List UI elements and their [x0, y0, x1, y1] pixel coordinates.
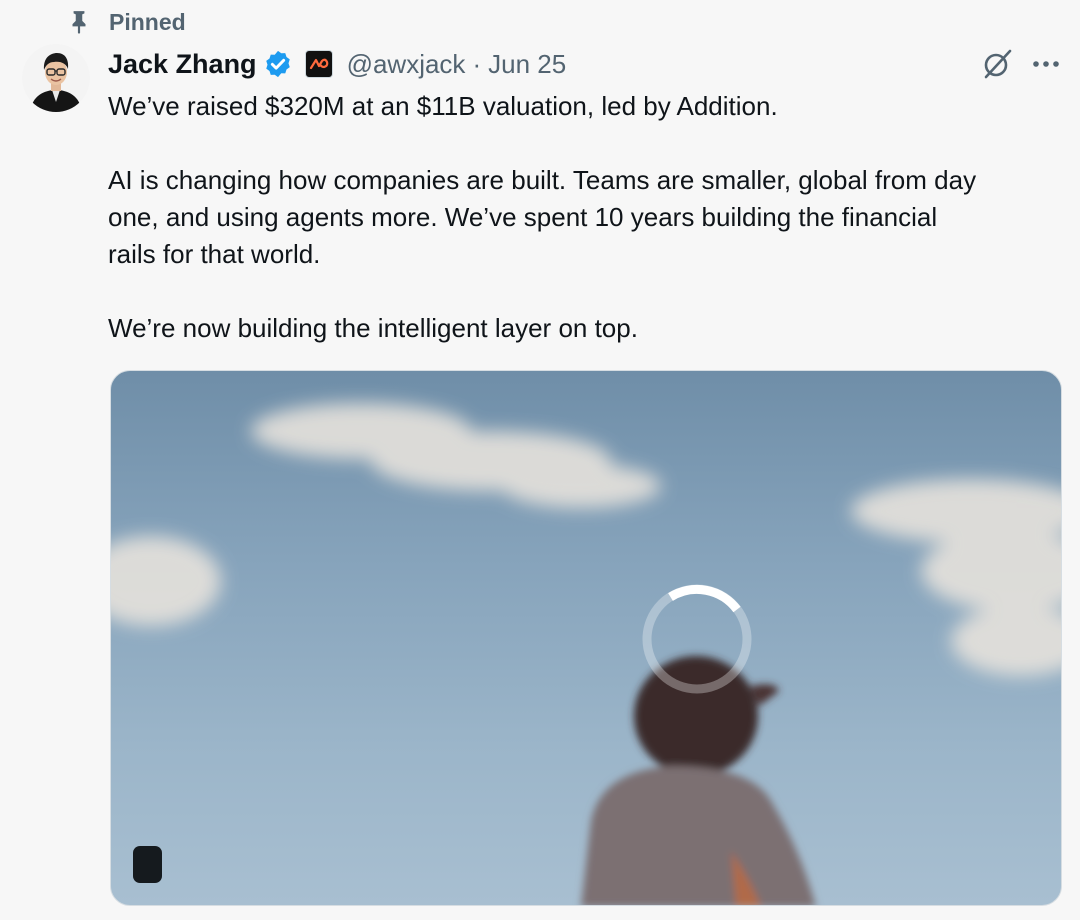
verified-badge-icon[interactable]	[263, 49, 293, 79]
pinned-label: Pinned	[109, 8, 186, 35]
loading-spinner-icon	[642, 584, 752, 694]
tweet-line: rails for that world.	[108, 239, 321, 269]
tweet-text: We’ve raised $320M at an $11B valuation,…	[108, 88, 1068, 347]
tweet-line: AI is changing how companies are built. …	[108, 165, 977, 195]
tweet-header: Jack Zhang @awxjack · Jun 25	[108, 44, 566, 84]
tweet-date[interactable]: Jun 25	[488, 49, 566, 80]
media-control-button[interactable]	[133, 846, 162, 883]
video-frame	[111, 403, 1061, 905]
separator-dot: ·	[472, 48, 482, 79]
pin-icon	[66, 9, 92, 35]
avatar[interactable]	[22, 44, 90, 112]
pinned-indicator: Pinned	[66, 8, 186, 36]
video-player[interactable]	[110, 370, 1062, 906]
grok-icon[interactable]	[980, 47, 1014, 81]
tweet-line: We’re now building the intelligent layer…	[108, 313, 638, 343]
author-display-name[interactable]: Jack Zhang	[108, 49, 257, 80]
author-handle[interactable]: @awxjack	[347, 49, 466, 80]
tweet-line: one, and using agents more. We’ve spent …	[108, 202, 938, 232]
tweet-card[interactable]: Pinned Jack Zhang @awxjack · Jun 25 We’v…	[0, 0, 1080, 920]
airwallex-logo-icon[interactable]	[304, 50, 333, 78]
more-horizontal-icon[interactable]	[1028, 47, 1064, 81]
tweet-line: We’ve raised $320M at an $11B valuation,…	[108, 91, 778, 121]
